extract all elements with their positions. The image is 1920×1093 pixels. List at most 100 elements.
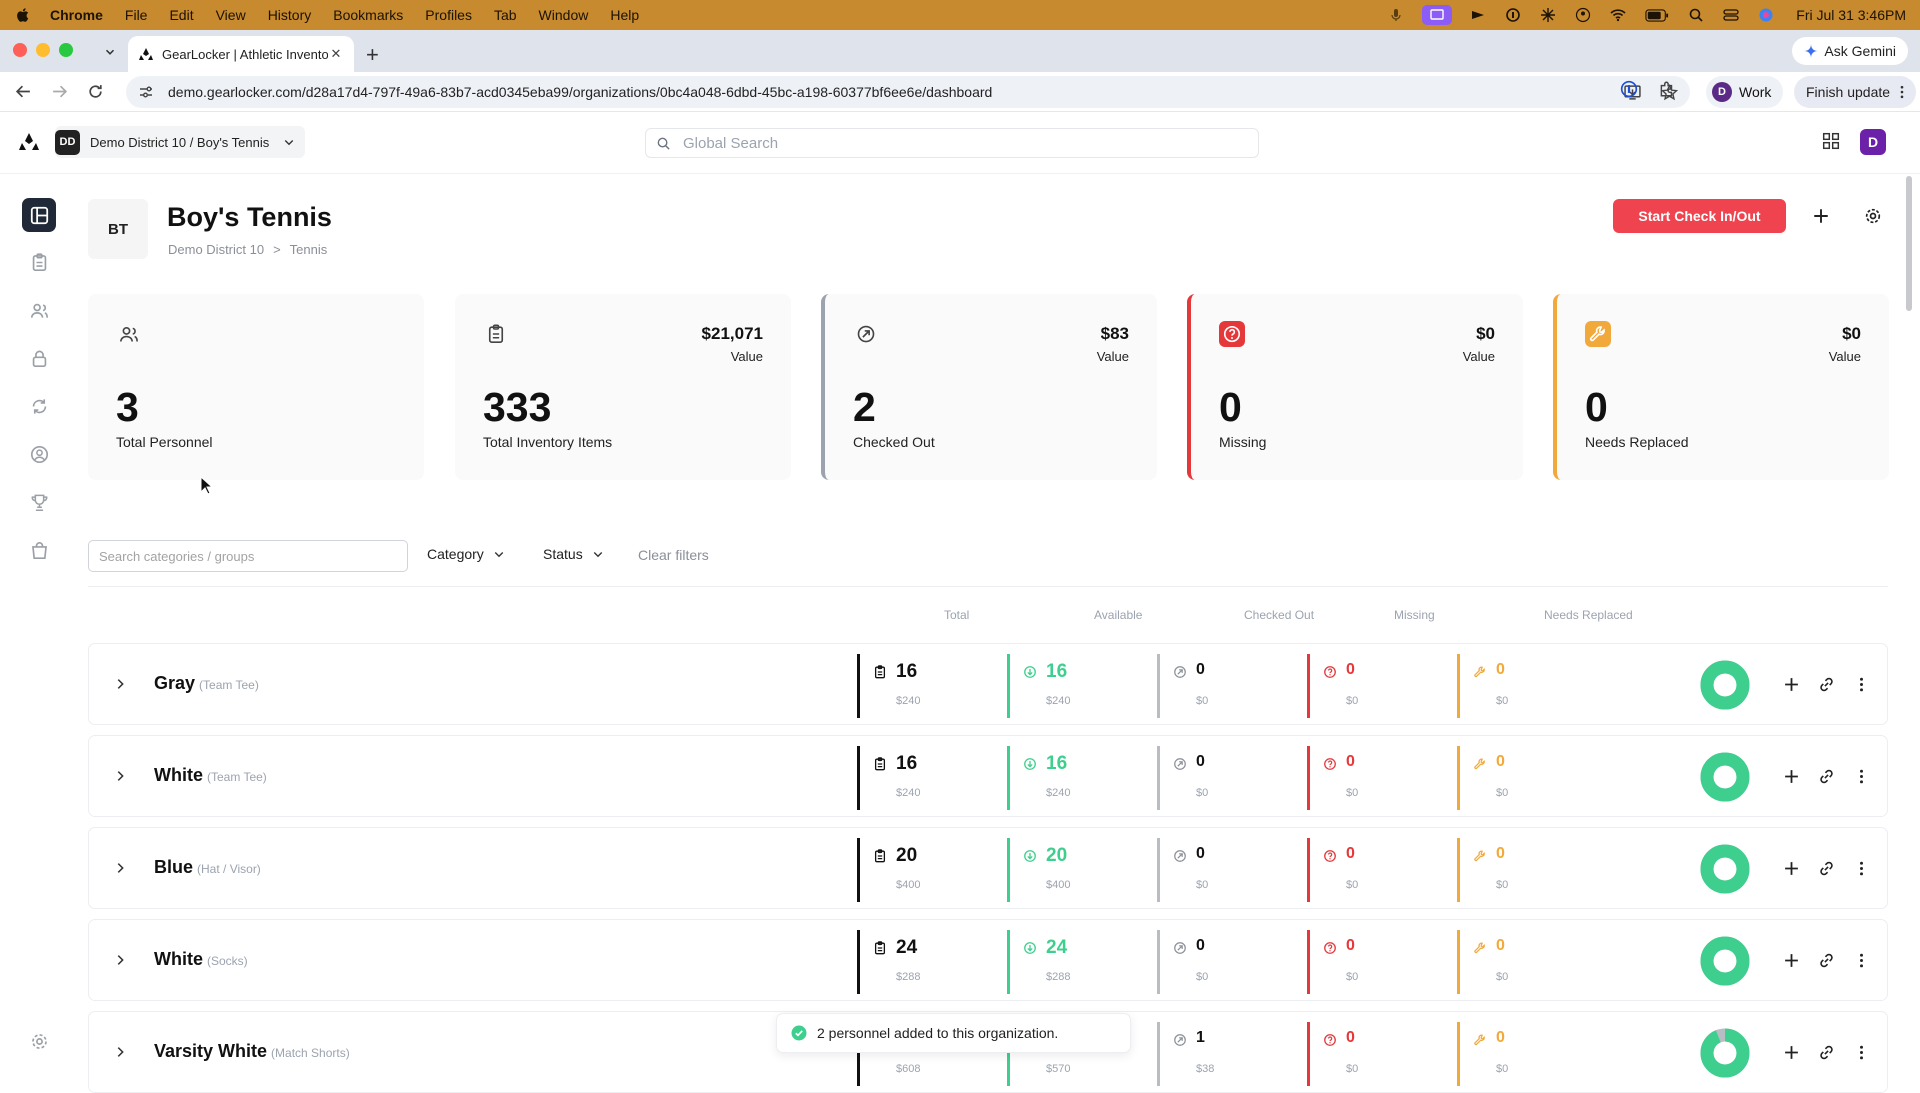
chevron-right-icon[interactable] <box>113 1045 127 1059</box>
success-toast[interactable]: 2 personnel added to this organization. <box>776 1013 1131 1053</box>
start-check-in-out-button[interactable]: Start Check In/Out <box>1613 199 1786 233</box>
breadcrumb-district[interactable]: Demo District 10 <box>168 242 264 257</box>
siri-icon[interactable] <box>1757 6 1775 24</box>
sidebar-item-profile[interactable] <box>22 437 56 471</box>
stat-card-missing[interactable]: $0 Value 0 Missing <box>1187 294 1523 480</box>
menu-history[interactable]: History <box>268 7 312 23</box>
page-scrollbar[interactable] <box>1906 176 1912 311</box>
row-menu-button[interactable] <box>1850 1041 1872 1063</box>
extensions-puzzle-icon[interactable] <box>1658 80 1676 98</box>
availability-donut-chart[interactable] <box>1700 936 1750 986</box>
reload-button[interactable] <box>77 76 113 108</box>
category-search-input[interactable] <box>88 540 408 572</box>
sparkle-icon[interactable] <box>1539 6 1557 24</box>
password-extension-icon[interactable] <box>1620 80 1638 98</box>
address-bar[interactable]: demo.gearlocker.com/d28a17d4-797f-49a6-8… <box>126 76 1690 108</box>
availability-donut-chart[interactable] <box>1700 660 1750 710</box>
ask-gemini-button[interactable]: Ask Gemini <box>1792 37 1908 65</box>
group-name[interactable]: Gray (Team Tee) <box>154 673 259 694</box>
chevron-right-icon[interactable] <box>113 861 127 875</box>
column-header-needs-replaced[interactable]: Needs Replaced <box>1544 608 1633 622</box>
spotlight-search-icon[interactable] <box>1687 6 1705 24</box>
menu-file[interactable]: File <box>125 7 148 23</box>
profile-button[interactable]: D Work <box>1706 76 1784 108</box>
menu-app-name[interactable]: Chrome <box>50 7 103 23</box>
sidebar-item-dashboard[interactable] <box>22 198 56 232</box>
back-button[interactable] <box>5 76 41 108</box>
group-name[interactable]: Blue (Hat / Visor) <box>154 857 261 878</box>
cast-icon[interactable] <box>1469 6 1487 24</box>
tab-search-button[interactable] <box>98 40 122 64</box>
apps-grid-icon[interactable] <box>1822 132 1840 150</box>
availability-donut-chart[interactable] <box>1700 752 1750 802</box>
tab-close-icon[interactable]: ✕ <box>328 46 344 62</box>
row-menu-button[interactable] <box>1850 857 1872 879</box>
forward-button[interactable] <box>41 76 77 108</box>
group-name[interactable]: White (Team Tee) <box>154 765 267 786</box>
breadcrumb-sport[interactable]: Tennis <box>290 242 328 257</box>
link-button[interactable] <box>1815 673 1837 695</box>
add-item-button[interactable] <box>1780 857 1802 879</box>
new-tab-button[interactable]: + <box>366 42 379 68</box>
url-text[interactable]: demo.gearlocker.com/d28a17d4-797f-49a6-8… <box>168 84 1624 100</box>
group-name[interactable]: White (Socks) <box>154 949 248 970</box>
table-row[interactable]: White (Socks) 24 $288 24 $288 0 $0 0 $0 0 $0 <box>88 919 1888 1001</box>
link-button[interactable] <box>1815 765 1837 787</box>
wifi-icon[interactable] <box>1609 6 1627 24</box>
screen-share-icon[interactable] <box>1422 5 1453 25</box>
row-menu-button[interactable] <box>1850 765 1872 787</box>
settings-button[interactable] <box>1861 204 1885 228</box>
row-menu-button[interactable] <box>1850 949 1872 971</box>
column-header-checked-out[interactable]: Checked Out <box>1244 608 1314 622</box>
browser-tab-active[interactable]: GearLocker | Athletic Invento ✕ <box>128 36 354 72</box>
chevron-right-icon[interactable] <box>113 769 127 783</box>
sidebar-item-inventory[interactable] <box>22 245 56 279</box>
add-item-button[interactable] <box>1780 765 1802 787</box>
stat-card-checked-out[interactable]: $83 Value 2 Checked Out <box>821 294 1157 480</box>
user-circle-icon[interactable] <box>1574 6 1592 24</box>
global-search-input[interactable]: Global Search <box>645 128 1259 158</box>
column-header-total[interactable]: Total <box>944 608 969 622</box>
apple-icon[interactable] <box>14 6 32 24</box>
row-menu-button[interactable] <box>1850 673 1872 695</box>
menu-profiles[interactable]: Profiles <box>425 7 472 23</box>
add-button[interactable] <box>1809 204 1833 228</box>
group-name[interactable]: Varsity White (Match Shorts) <box>154 1041 350 1062</box>
battery-icon[interactable] <box>1644 6 1670 24</box>
availability-donut-chart[interactable] <box>1700 844 1750 894</box>
menu-view[interactable]: View <box>216 7 246 23</box>
chevron-right-icon[interactable] <box>113 953 127 967</box>
table-row[interactable]: White (Team Tee) 16 $240 16 $240 0 $0 0 $0 0 $0 <box>88 735 1888 817</box>
clear-filters-link[interactable]: Clear filters <box>638 547 709 563</box>
add-item-button[interactable] <box>1780 1041 1802 1063</box>
menu-window[interactable]: Window <box>539 7 589 23</box>
sidebar-item-personnel[interactable] <box>22 293 56 327</box>
availability-donut-chart[interactable] <box>1700 1028 1750 1078</box>
sidebar-item-teams[interactable] <box>22 485 56 519</box>
stat-card-needs-replaced[interactable]: $0 Value 0 Needs Replaced <box>1553 294 1889 480</box>
sidebar-item-lockers[interactable] <box>22 341 56 375</box>
table-row[interactable]: Gray (Team Tee) 16 $240 16 $240 0 $0 0 $0 0 $0 <box>88 643 1888 725</box>
chevron-right-icon[interactable] <box>113 677 127 691</box>
minimize-window-button[interactable] <box>36 43 50 57</box>
stat-card-total-personnel[interactable]: 3 Total Personnel <box>88 294 424 480</box>
column-header-missing[interactable]: Missing <box>1394 608 1435 622</box>
link-button[interactable] <box>1815 857 1837 879</box>
menu-bookmarks[interactable]: Bookmarks <box>333 7 403 23</box>
microphone-icon[interactable] <box>1387 6 1405 24</box>
menu-edit[interactable]: Edit <box>169 7 193 23</box>
sidebar-item-settings[interactable] <box>22 1024 56 1058</box>
table-row[interactable]: Blue (Hat / Visor) 20 $400 20 $400 0 $0 0 $0 0 $0 <box>88 827 1888 909</box>
menu-tab[interactable]: Tab <box>494 7 517 23</box>
one-password-icon[interactable] <box>1504 6 1522 24</box>
zoom-window-button[interactable] <box>59 43 73 57</box>
site-info-icon[interactable] <box>138 84 154 100</box>
sidebar-item-orders[interactable] <box>22 533 56 567</box>
stat-card-total-inventory[interactable]: $21,071 Value 333 Total Inventory Items <box>455 294 791 480</box>
link-button[interactable] <box>1815 1041 1837 1063</box>
control-center-icon[interactable] <box>1722 6 1740 24</box>
category-filter-dropdown[interactable]: Category <box>427 546 505 562</box>
menubar-clock[interactable]: Fri Jul 31 3:46PM <box>1796 7 1906 23</box>
status-filter-dropdown[interactable]: Status <box>543 546 604 562</box>
add-item-button[interactable] <box>1780 949 1802 971</box>
